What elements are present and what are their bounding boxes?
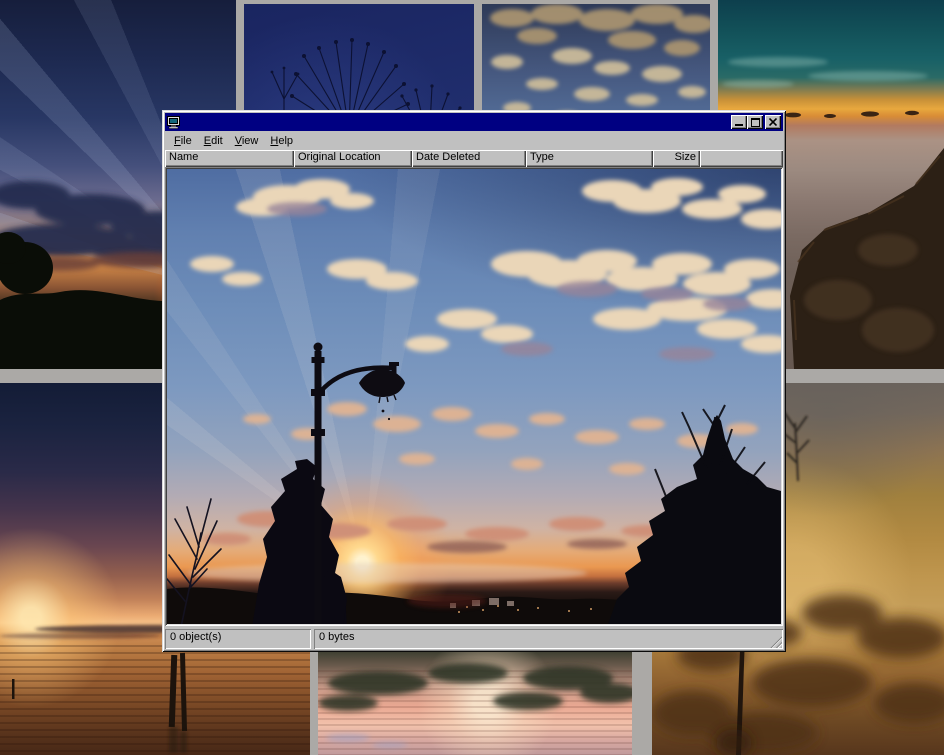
window-titlebar[interactable] — [165, 113, 783, 131]
column-header-original-location[interactable]: Original Location — [294, 150, 412, 167]
list-view[interactable] — [165, 167, 783, 626]
sunset-lamp-photo — [167, 169, 781, 624]
column-header-name[interactable]: Name — [165, 150, 294, 167]
menu-bar: File Edit View Help — [165, 131, 783, 150]
menu-edit[interactable]: Edit — [198, 133, 229, 149]
menu-help[interactable]: Help — [264, 133, 299, 149]
column-headers: Name Original Location Date Deleted Type… — [165, 150, 783, 167]
status-object-count: 0 object(s) — [165, 629, 311, 649]
close-button[interactable] — [765, 115, 781, 129]
recycle-bin-window: File Edit View Help Name Original Locati… — [162, 110, 786, 652]
status-size: 0 bytes — [314, 629, 783, 649]
maximize-icon — [751, 118, 760, 127]
column-header-date-deleted[interactable]: Date Deleted — [412, 150, 526, 167]
column-header-size[interactable]: Size — [653, 150, 700, 167]
close-icon — [769, 118, 777, 126]
column-header-filler[interactable] — [700, 150, 783, 167]
status-bar: 0 object(s) 0 bytes — [165, 629, 783, 649]
menu-file[interactable]: File — [168, 133, 198, 149]
minimize-icon — [735, 124, 743, 126]
menu-view[interactable]: View — [229, 133, 265, 149]
maximize-button[interactable] — [747, 115, 763, 129]
window-controls — [731, 115, 781, 129]
minimize-button[interactable] — [731, 115, 747, 129]
column-header-type[interactable]: Type — [526, 150, 653, 167]
computer-icon — [167, 115, 181, 129]
desktop-photo-collage: File Edit View Help Name Original Locati… — [0, 0, 944, 755]
